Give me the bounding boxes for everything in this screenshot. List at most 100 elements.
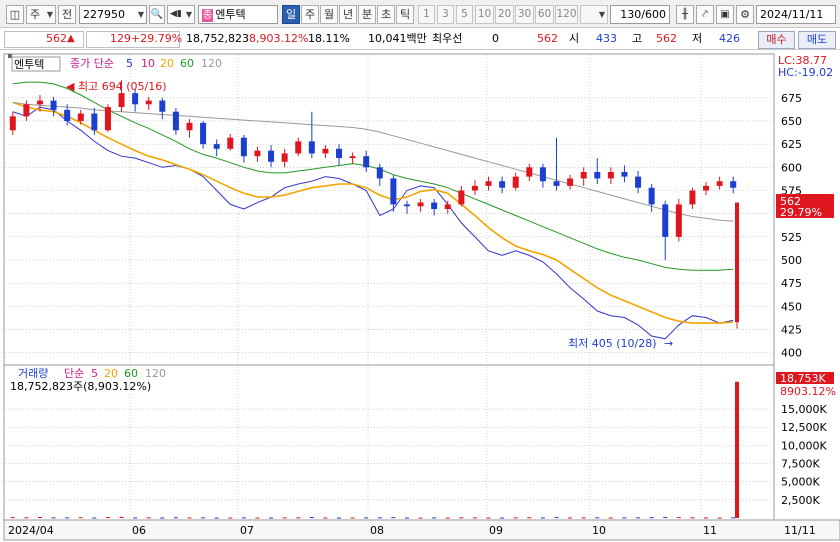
volume-bar — [622, 517, 627, 519]
candle-body — [580, 171, 587, 179]
interval-custom-select[interactable]: ▼ — [580, 5, 608, 24]
volume-tick-label: 2,500K — [781, 494, 820, 507]
ma-legend-10: 10 — [141, 57, 155, 70]
interval-label: 5 — [461, 8, 468, 20]
sell-label: 매도 — [806, 33, 828, 46]
trade-amount: 10,041백만 — [368, 32, 427, 45]
interval-10-button[interactable]: 10 — [475, 5, 494, 24]
candle-body — [703, 185, 710, 191]
stock-name-field[interactable]: 종 엔투텍 — [198, 5, 278, 24]
data-count-field[interactable]: 130/600 — [610, 5, 670, 24]
volume-bar — [309, 516, 314, 518]
volume-bar — [486, 517, 491, 519]
interval-120-button[interactable]: 120 — [555, 5, 578, 24]
candle-body — [145, 100, 152, 105]
save-icon[interactable]: ▣ — [716, 5, 734, 24]
candle-body — [336, 148, 343, 159]
volume-bar — [269, 517, 274, 519]
interval-60-button[interactable]: 60 — [535, 5, 554, 24]
volume-bar — [595, 517, 600, 519]
interval-label: 1 — [423, 8, 430, 20]
buy-button[interactable]: 매수 — [758, 31, 795, 49]
interval-label: 3 — [442, 8, 449, 20]
period-year-button[interactable]: 년 — [339, 5, 357, 24]
stock-code-input[interactable]: 227950 ▼ — [79, 5, 147, 24]
stock-chart-svg[interactable]: 엔투텍 종가 단순 5 10 20 60 120 LC:38.77 HC:-19… — [0, 50, 840, 542]
price-tick-label: 425 — [781, 324, 802, 337]
volume-legend-prefix: 단순 — [64, 367, 84, 380]
price-change: 129 — [110, 32, 131, 45]
candle-body — [213, 144, 220, 149]
volume-tick-label: 10,000K — [781, 439, 827, 452]
period-label: 틱 — [399, 8, 411, 21]
candle-body — [499, 181, 506, 188]
volume-bar — [24, 517, 29, 519]
low-label: 저 — [692, 32, 703, 45]
interval-1-button[interactable]: 1 — [418, 5, 435, 24]
panel-menu-icon[interactable] — [8, 54, 12, 58]
prev-button[interactable]: 전 — [58, 5, 76, 24]
candle-body — [132, 93, 139, 105]
candle-type-icon[interactable]: ╫ — [676, 5, 694, 24]
candle-body — [50, 100, 57, 110]
period-second-button[interactable]: 초 — [377, 5, 395, 24]
best-bid-label: 최우선 — [432, 32, 463, 45]
candle-body — [648, 187, 655, 205]
candle-body — [675, 204, 682, 237]
period-week-button[interactable]: 주 — [301, 5, 319, 24]
volume-bar — [146, 517, 151, 519]
gear-icon[interactable]: ⚙ — [736, 5, 754, 24]
chart-frame-icon[interactable]: ◫ — [6, 5, 24, 24]
date-field[interactable]: 2024/11/11 — [756, 5, 836, 24]
period-tick-button[interactable]: 틱 — [396, 5, 414, 24]
volume-bar — [337, 517, 342, 519]
volume-bar — [568, 517, 573, 519]
date-label: 2024/04 — [8, 524, 54, 537]
interval-3-button[interactable]: 3 — [437, 5, 454, 24]
low-price: 426 — [719, 32, 740, 45]
volume-bar — [51, 517, 56, 519]
candle-body — [376, 167, 383, 179]
volume-bar — [65, 517, 70, 519]
volume-bar — [241, 517, 246, 519]
period-day-button[interactable]: 일 — [282, 5, 300, 24]
volume-bar — [445, 517, 450, 519]
indicator-icon[interactable]: ⤤ — [696, 5, 714, 24]
volume-bar — [717, 517, 722, 519]
candle-body — [512, 176, 519, 188]
open-price: 433 — [596, 32, 617, 45]
period-month-button[interactable]: 월 — [320, 5, 338, 24]
volume-info: 18,752,823주(8,903.12%) — [10, 380, 151, 393]
volume-bar — [10, 517, 15, 519]
price-change-pct: +29.79% — [131, 32, 183, 45]
volume-bar — [391, 517, 396, 519]
candle-body — [23, 104, 30, 117]
volume-bar — [690, 517, 695, 519]
current-change-axis-label: 29.79% — [780, 206, 822, 219]
chart-area[interactable]: 엔투텍 종가 단순 5 10 20 60 120 LC:38.77 HC:-19… — [0, 50, 840, 542]
period-minute-button[interactable]: 분 — [358, 5, 376, 24]
volume-bar — [119, 516, 124, 518]
chart-type-select[interactable]: 주 ▼ — [26, 5, 56, 24]
candle-body — [240, 137, 247, 157]
interval-20-button[interactable]: 20 — [495, 5, 514, 24]
sell-button[interactable]: 매도 — [798, 31, 836, 49]
price-tick-label: 600 — [781, 161, 802, 174]
candle-body — [539, 167, 546, 182]
volume-current-label: 18,753K — [780, 372, 826, 385]
interval-label: 30 — [517, 8, 532, 20]
best-bid-value: 0 — [492, 32, 499, 45]
candle-body — [281, 153, 288, 162]
interval-30-button[interactable]: 30 — [515, 5, 534, 24]
period-label: 분 — [361, 8, 373, 21]
chart-toolbar: ◫ 주 ▼ 전 227950 ▼ 🔍 ◀▮ ▼ 종 엔투텍 일 주 월 년 분 초 틱 … — [0, 0, 840, 28]
prev-label: 전 — [61, 8, 73, 21]
date-label: 11 — [703, 524, 717, 537]
volume-bar — [173, 517, 178, 519]
speaker-select[interactable]: ◀▮ ▼ — [167, 5, 195, 24]
interval-5-button[interactable]: 5 — [456, 5, 473, 24]
search-icon[interactable]: 🔍 — [149, 5, 165, 24]
date-label: 06 — [132, 524, 146, 537]
chevron-down-icon: ▼ — [185, 10, 192, 19]
volume-bar — [649, 517, 654, 519]
